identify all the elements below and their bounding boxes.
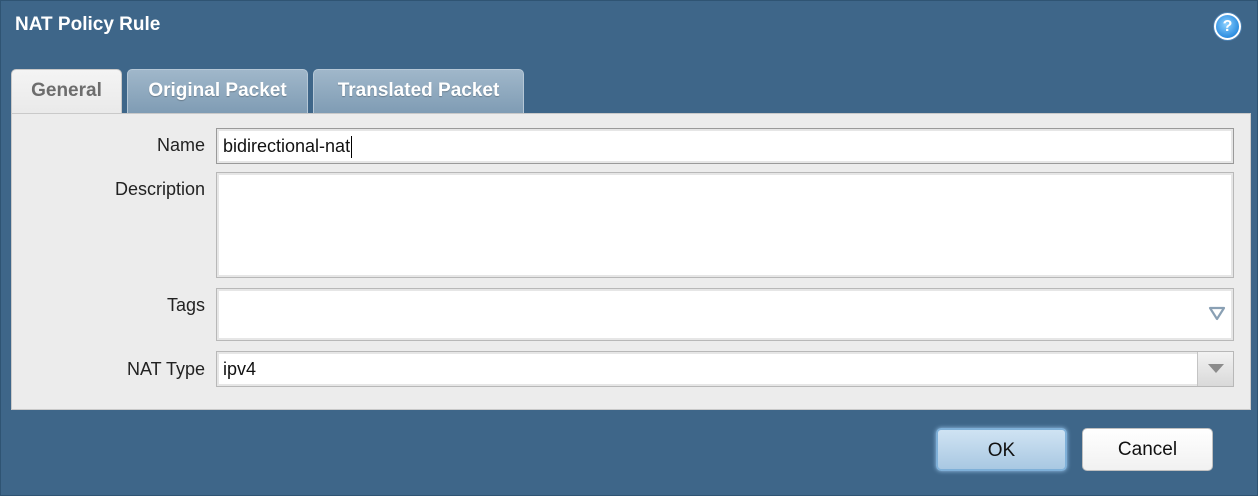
- name-input[interactable]: bidirectional-nat: [216, 128, 1234, 164]
- cancel-button[interactable]: Cancel: [1082, 428, 1213, 471]
- dialog-title: NAT Policy Rule: [15, 14, 161, 35]
- tab-original-packet[interactable]: Original Packet: [127, 69, 308, 113]
- description-textarea[interactable]: [216, 172, 1234, 278]
- nat-policy-rule-dialog: NAT Policy Rule ? General Original Packe…: [0, 0, 1258, 496]
- tags-label: Tags: [166, 295, 205, 315]
- name-label: Name: [156, 135, 205, 155]
- name-value: bidirectional-nat: [223, 136, 351, 156]
- help-icon[interactable]: ?: [1214, 13, 1241, 40]
- tab-general[interactable]: General: [11, 69, 122, 115]
- tab-translated-packet[interactable]: Translated Packet: [313, 69, 524, 113]
- nat-type-select[interactable]: ipv4: [216, 351, 1234, 387]
- ok-button[interactable]: OK: [936, 428, 1067, 471]
- nat-type-dropdown-button[interactable]: [1197, 352, 1233, 386]
- dialog-titlebar: NAT Policy Rule ?: [1, 1, 1257, 51]
- chevron-down-icon: [1208, 364, 1224, 373]
- triangle-down-icon[interactable]: [1207, 303, 1227, 323]
- tags-input[interactable]: [216, 288, 1234, 341]
- description-label: Description: [114, 179, 205, 199]
- text-cursor: [351, 136, 353, 159]
- nat-type-label: NAT Type: [126, 359, 205, 379]
